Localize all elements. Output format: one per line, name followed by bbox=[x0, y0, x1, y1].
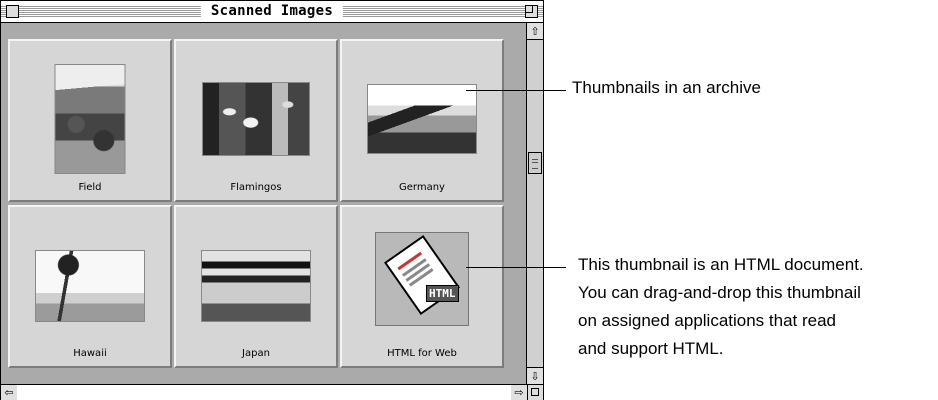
horizontal-scrollbar[interactable]: ⇦ ⇨ bbox=[1, 384, 527, 400]
close-box-icon[interactable] bbox=[6, 5, 19, 18]
thumbnail-label: Hawaii bbox=[73, 348, 107, 359]
html-leader-line bbox=[466, 267, 566, 268]
window-title: Scanned Images bbox=[200, 2, 344, 21]
japan-image bbox=[201, 250, 311, 322]
scroll-up-arrow-icon[interactable]: ⇧ bbox=[527, 23, 543, 39]
zoom-box-icon[interactable] bbox=[525, 5, 538, 18]
thumbnail-grid-area: Field Flamingos Germany Hawaii Japan HTM… bbox=[1, 23, 527, 384]
callout-html-line-4: and support HTML. bbox=[578, 339, 724, 358]
archive-leader-line bbox=[466, 90, 566, 91]
thumbnail-hawaii[interactable]: Hawaii bbox=[8, 205, 172, 368]
thumbnail-label: Japan bbox=[242, 348, 270, 359]
callout-html-line-3: on assigned applications that read bbox=[578, 311, 837, 330]
thumbnail-label: HTML for Web bbox=[387, 348, 457, 359]
thumbnail-html-for-web[interactable]: HTML HTML for Web bbox=[340, 205, 504, 368]
thumbnail-flamingos[interactable]: Flamingos bbox=[174, 39, 338, 202]
thumbnail-label: Germany bbox=[399, 182, 445, 193]
callout-html-line-2: You can drag-and-drop this thumbnail bbox=[578, 283, 861, 302]
scroll-left-arrow-icon[interactable]: ⇦ bbox=[1, 385, 17, 400]
html-document-icon: HTML bbox=[375, 232, 469, 326]
vertical-scroll-thumb[interactable] bbox=[528, 152, 542, 174]
scroll-down-arrow-icon[interactable]: ⇩ bbox=[527, 368, 543, 384]
thumbnail-grid: Field Flamingos Germany Hawaii Japan HTM… bbox=[1, 23, 526, 384]
hawaii-image bbox=[35, 250, 145, 322]
field-image bbox=[54, 64, 126, 174]
vertical-scroll-track[interactable] bbox=[527, 39, 543, 368]
thumbnail-label: Flamingos bbox=[230, 182, 282, 193]
scroll-right-arrow-icon[interactable]: ⇨ bbox=[511, 385, 527, 400]
flamingos-image bbox=[202, 82, 310, 156]
thumbnail-field[interactable]: Field bbox=[8, 39, 172, 202]
vertical-scrollbar[interactable]: ⇧ ⇩ bbox=[527, 23, 543, 384]
title-bar[interactable]: Scanned Images bbox=[1, 1, 543, 23]
thumbnail-germany[interactable]: Germany bbox=[340, 39, 504, 202]
thumbnail-label: Field bbox=[78, 182, 102, 193]
germany-image bbox=[367, 84, 477, 154]
finder-window: Scanned Images Field Flamingos Germany H… bbox=[0, 0, 544, 400]
thumbnail-japan[interactable]: Japan bbox=[174, 205, 338, 368]
callout-html-line-1: This thumbnail is an HTML document. bbox=[578, 255, 864, 274]
html-badge: HTML bbox=[426, 285, 459, 302]
callout-archive: Thumbnails in an archive bbox=[572, 78, 761, 97]
document-page-icon bbox=[383, 235, 461, 315]
resize-grow-box-icon[interactable] bbox=[527, 384, 543, 400]
